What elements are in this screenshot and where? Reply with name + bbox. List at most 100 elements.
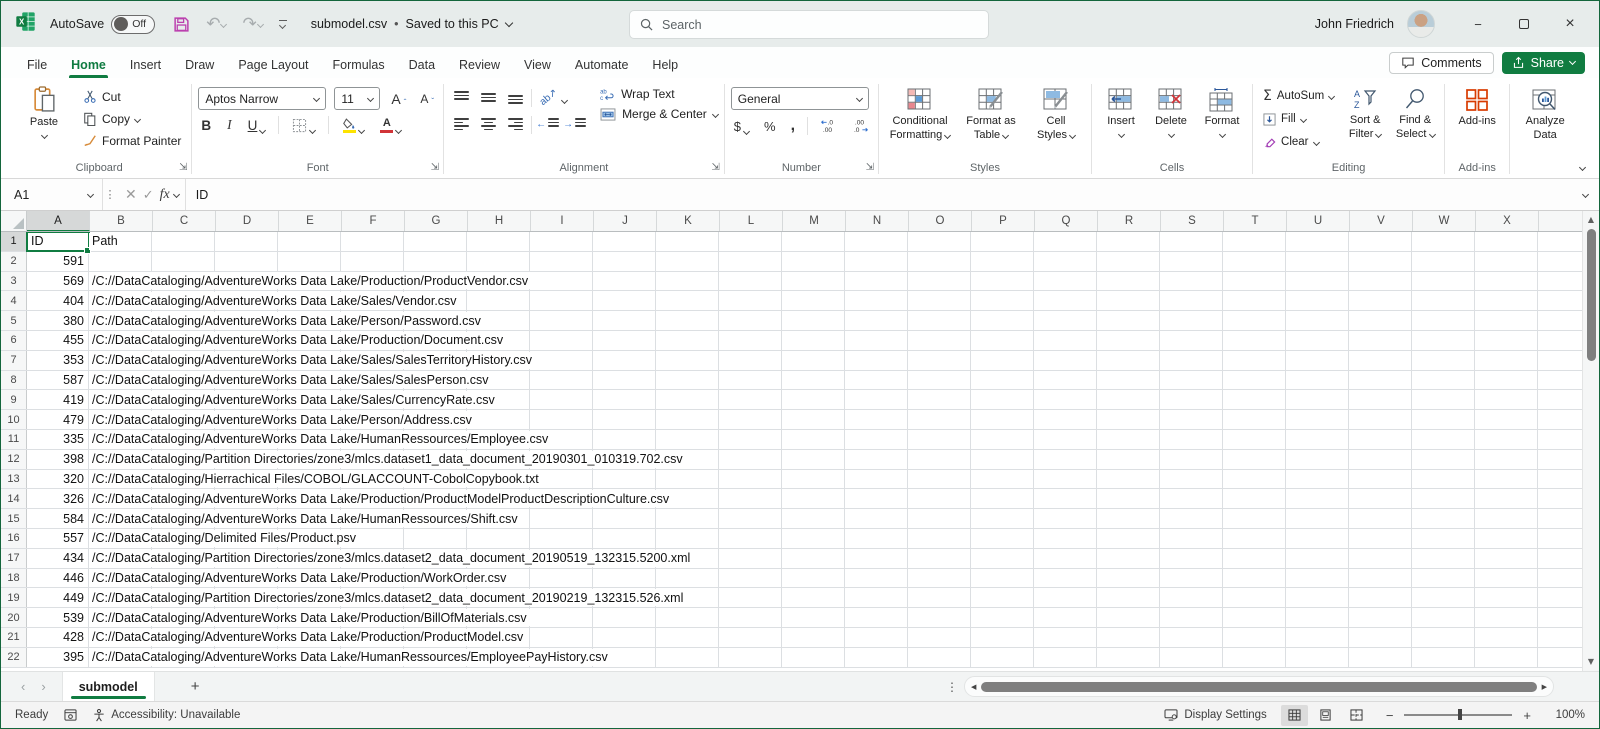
cell-A7[interactable]: 353 [27, 351, 89, 370]
row-header-15[interactable]: 15 [1, 509, 27, 528]
prev-sheet-button[interactable]: ‹ [21, 679, 25, 694]
fill-button[interactable]: Fill [1259, 109, 1338, 129]
row-header-14[interactable]: 14 [1, 489, 27, 508]
align-center-button[interactable] [477, 114, 500, 135]
bold-button[interactable]: B [198, 117, 214, 134]
redo-button[interactable]: ↷ [240, 14, 264, 35]
find-select-button[interactable]: Find &Select [1392, 84, 1438, 142]
row-header-9[interactable]: 9 [1, 390, 27, 409]
cell-A1[interactable]: ID [27, 232, 89, 251]
macro-record-button[interactable] [64, 709, 77, 721]
maximize-button[interactable] [1503, 8, 1545, 40]
column-header-R[interactable]: R [1098, 211, 1161, 231]
formula-bar-handle[interactable]: ⋮ [103, 179, 117, 210]
merge-center-button[interactable]: Merge & Center [600, 107, 718, 121]
column-header-E[interactable]: E [279, 211, 342, 231]
cell-A15[interactable]: 584 [27, 509, 89, 528]
comma-format-button[interactable]: , [788, 116, 798, 136]
row-header-4[interactable]: 4 [1, 291, 27, 310]
search-input[interactable]: Search [629, 10, 989, 39]
cell-B8[interactable]: /C://DataCataloging/AdventureWorks Data … [89, 371, 1582, 390]
percent-format-button[interactable]: % [761, 118, 779, 135]
row-header-16[interactable]: 16 [1, 529, 27, 548]
font-name-select[interactable]: Aptos Narrow [198, 87, 326, 110]
column-header-P[interactable]: P [972, 211, 1035, 231]
row-header-3[interactable]: 3 [1, 272, 27, 291]
increase-indent-button[interactable]: → [563, 118, 586, 131]
display-settings-button[interactable]: Display Settings [1164, 709, 1266, 721]
column-header-X[interactable]: X [1476, 211, 1539, 231]
delete-cells-button[interactable]: Delete [1148, 84, 1194, 137]
fill-color-button[interactable] [339, 117, 367, 134]
tab-home[interactable]: Home [59, 51, 118, 78]
accessibility-status[interactable]: Accessibility: Unavailable [93, 709, 240, 722]
row-header-8[interactable]: 8 [1, 371, 27, 390]
tab-draw[interactable]: Draw [173, 51, 226, 78]
cell-B3[interactable]: /C://DataCataloging/AdventureWorks Data … [89, 272, 1582, 291]
column-header-G[interactable]: G [405, 211, 468, 231]
cell-A18[interactable]: 446 [27, 569, 89, 588]
underline-button[interactable]: U [245, 117, 269, 134]
column-header-B[interactable]: B [90, 211, 153, 231]
customize-qat-button[interactable] [277, 18, 289, 30]
confirm-entry-button[interactable]: ✓ [141, 185, 156, 205]
tab-page-layout[interactable]: Page Layout [226, 51, 320, 78]
row-header-20[interactable]: 20 [1, 608, 27, 627]
dialog-launcher-icon[interactable]: ⇲ [866, 162, 874, 173]
row-header-17[interactable]: 17 [1, 549, 27, 568]
zoom-in-button[interactable]: + [1521, 706, 1533, 725]
zoom-slider-thumb[interactable] [1458, 709, 1462, 720]
autosave-toggle[interactable]: AutoSave Off [50, 15, 155, 34]
analyze-data-button[interactable]: AnalyzeData [1516, 84, 1574, 143]
cell-A22[interactable]: 395 [27, 648, 89, 667]
tab-review[interactable]: Review [447, 51, 512, 78]
cell-A3[interactable]: 569 [27, 272, 89, 291]
sheet-tab-submodel[interactable]: submodel [62, 672, 155, 701]
cell-B4[interactable]: /C://DataCataloging/AdventureWorks Data … [89, 291, 1582, 310]
cell-B18[interactable]: /C://DataCataloging/AdventureWorks Data … [89, 569, 1582, 588]
cell-A8[interactable]: 587 [27, 371, 89, 390]
formula-input[interactable]: ID [186, 179, 1571, 210]
currency-format-button[interactable]: $ [731, 118, 752, 135]
column-header-L[interactable]: L [720, 211, 783, 231]
vertical-scroll-thumb[interactable] [1587, 229, 1596, 361]
cell-styles-button[interactable]: CellStyles [1027, 84, 1085, 143]
excel-app-icon[interactable]: X [15, 11, 36, 37]
vertical-scrollbar[interactable]: ▲ ▼ [1582, 211, 1599, 671]
next-sheet-button[interactable]: › [41, 679, 45, 694]
row-header-22[interactable]: 22 [1, 648, 27, 667]
orientation-button[interactable]: ab↗ [536, 91, 570, 104]
close-button[interactable]: × [1549, 8, 1591, 40]
column-header-O[interactable]: O [909, 211, 972, 231]
zoom-level[interactable]: 100% [1547, 709, 1585, 721]
page-break-view-button[interactable] [1343, 705, 1370, 726]
cell-A10[interactable]: 479 [27, 410, 89, 429]
align-right-button[interactable] [504, 114, 527, 135]
document-title[interactable]: submodel.csv • Saved to this PC [311, 17, 512, 31]
cell-A17[interactable]: 434 [27, 549, 89, 568]
column-header-C[interactable]: C [153, 211, 216, 231]
cell-B13[interactable]: /C://DataCataloging/Hierrachical Files/C… [89, 470, 1582, 489]
tab-data[interactable]: Data [397, 51, 447, 78]
cell-A12[interactable]: 398 [27, 450, 89, 469]
tab-view[interactable]: View [512, 51, 563, 78]
row-header-19[interactable]: 19 [1, 588, 27, 607]
bottom-align-button[interactable] [504, 87, 527, 108]
cell-B1[interactable]: Path [89, 232, 1582, 251]
cell-B22[interactable]: /C://DataCataloging/AdventureWorks Data … [89, 648, 1582, 667]
cell-A6[interactable]: 455 [27, 331, 89, 350]
cell-B19[interactable]: /C://DataCataloging/Partition Directorie… [89, 588, 1582, 607]
name-box[interactable]: A1 [1, 179, 103, 210]
sort-filter-button[interactable]: AZ Sort &Filter [1342, 84, 1388, 142]
row-header-13[interactable]: 13 [1, 470, 27, 489]
tab-automate[interactable]: Automate [563, 51, 641, 78]
format-as-table-button[interactable]: Format asTable [959, 84, 1023, 143]
column-header-T[interactable]: T [1224, 211, 1287, 231]
row-header-1[interactable]: 1 [1, 232, 27, 251]
cell-A5[interactable]: 380 [27, 311, 89, 330]
column-header-F[interactable]: F [342, 211, 405, 231]
cell-B7[interactable]: /C://DataCataloging/AdventureWorks Data … [89, 351, 1582, 370]
cell-B20[interactable]: /C://DataCataloging/AdventureWorks Data … [89, 608, 1582, 627]
column-header-V[interactable]: V [1350, 211, 1413, 231]
avatar[interactable] [1407, 10, 1435, 38]
